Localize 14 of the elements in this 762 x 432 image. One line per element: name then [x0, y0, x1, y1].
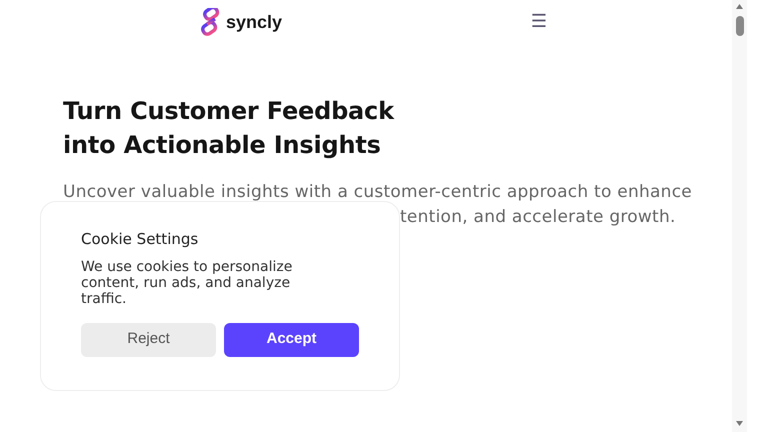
- hero-text-line: tention, and accelerate growth.: [400, 206, 677, 229]
- logo-icon: [200, 8, 222, 36]
- hero-text-line: Uncover valuable insights with a customer-centric approach to enhance: [63, 181, 694, 204]
- scrollbar[interactable]: [732, 0, 747, 432]
- brand-name[interactable]: syncly: [226, 8, 282, 36]
- dialog-text: We use cookies to personalize content, run ads, and analyze traffic.: [81, 258, 294, 306]
- accept-button[interactable]: Accept: [224, 322, 359, 356]
- hero-title-line: into Actionable Insights: [63, 130, 382, 161]
- scroll-down-icon[interactable]: [736, 421, 743, 426]
- scroll-thumb[interactable]: [736, 16, 744, 36]
- scroll-up-icon[interactable]: [736, 4, 743, 9]
- reject-button[interactable]: Reject: [81, 322, 216, 356]
- dialog-title: Cookie Settings: [81, 229, 200, 250]
- hero-title-line: Turn Customer Feedback: [63, 96, 396, 127]
